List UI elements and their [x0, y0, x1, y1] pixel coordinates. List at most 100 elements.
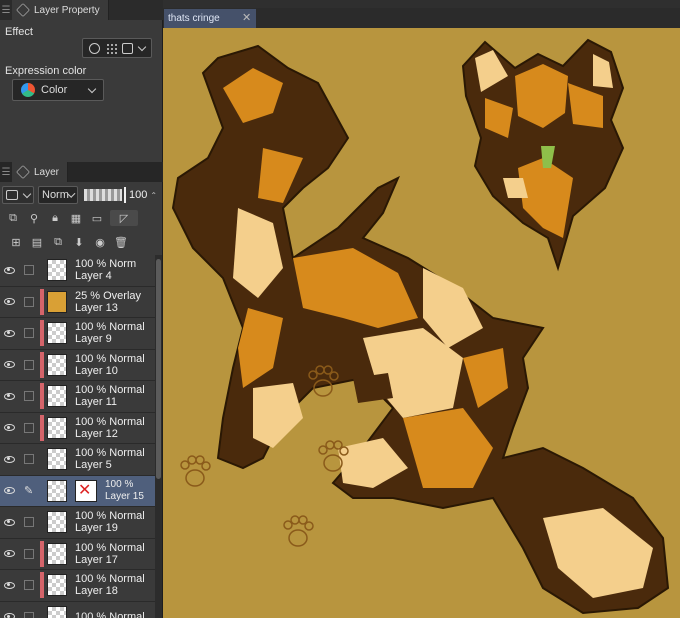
lock-checkbox[interactable] [24, 391, 34, 402]
eye-icon[interactable] [0, 550, 18, 558]
border-effect-icon[interactable] [88, 42, 100, 54]
layer-mask-thumbnail: ✕ [75, 479, 97, 502]
chevron-down-icon[interactable] [137, 42, 147, 51]
clip-indicator [40, 509, 44, 535]
panel-grip-icon[interactable]: ☰ [0, 5, 12, 16]
lock-checkbox[interactable] [24, 611, 34, 618]
opacity-slider[interactable] [84, 189, 122, 201]
delete-layer-icon[interactable]: 🗑︎ [113, 234, 129, 250]
layer-text: 100 % Normal Layer 17 [75, 542, 145, 566]
close-icon[interactable]: ✕ [242, 11, 251, 24]
eye-icon[interactable] [0, 613, 18, 618]
layer-name: Layer 5 [75, 459, 112, 472]
expression-color-select[interactable]: Color [12, 79, 104, 101]
layer-row[interactable]: 100 % Normal Layer 19 [0, 507, 155, 539]
layer-text: 100 % Norm Layer 4 [75, 258, 136, 282]
toolbar-strip [163, 0, 680, 8]
layer-blend: 25 % Overlay [75, 289, 142, 302]
layer-blend: 100 % Normal [75, 610, 145, 618]
eye-icon[interactable] [0, 392, 18, 400]
app-window: ☰ Layer Property Effect Expression color… [0, 0, 680, 618]
layer-blend: 100 % Normal [75, 321, 145, 334]
opacity-slider-handle[interactable] [124, 187, 126, 203]
lock-checkbox[interactable] [24, 422, 34, 433]
enable-mask-icon[interactable]: ▭ [89, 210, 105, 226]
lock-transparent-icon[interactable]: ▦ [68, 210, 84, 226]
blend-mode-select[interactable]: Norm [38, 186, 78, 204]
layer-text: 100 % Normal Layer 5 [75, 447, 145, 471]
layer-color-icon[interactable] [122, 42, 134, 54]
effect-buttons[interactable] [82, 38, 152, 58]
color-wheel-icon [21, 83, 35, 97]
new-folder-icon[interactable]: ▤ [29, 234, 45, 250]
eye-icon[interactable] [0, 266, 18, 274]
lock-icon[interactable]: 🔒︎ [47, 210, 63, 226]
layer-row[interactable]: 100 % Normal Layer 9 [0, 318, 155, 350]
tab-document[interactable]: thats cringe ✕ [164, 9, 256, 28]
mask-icon[interactable]: ◉ [92, 234, 108, 250]
eye-icon[interactable] [0, 361, 18, 369]
eye-icon[interactable] [0, 298, 18, 306]
layer-row[interactable]: 100 % Norm Layer 4 [0, 255, 155, 287]
blend-mode-value: Norm [42, 189, 69, 201]
layer-blend: 100 % Normal [75, 447, 145, 460]
layer-blend: 100 % Norm [75, 258, 137, 271]
layer-property-header: ☰ Layer Property [0, 0, 163, 20]
merge-layer-icon[interactable]: ⬇ [71, 234, 87, 250]
panel-grip-icon[interactable]: ☰ [0, 167, 12, 178]
layer-row[interactable]: 100 % Normal Layer 18 [0, 570, 155, 602]
layer-blend: 100 % Normal [75, 384, 145, 397]
lock-checkbox[interactable] [24, 454, 34, 465]
layer-text: 100 % Normal Layer 18 [75, 573, 145, 597]
new-raster-layer-icon[interactable]: ⊞ [8, 234, 24, 250]
lock-checkbox[interactable] [24, 265, 34, 276]
tab-layer[interactable]: Layer [12, 162, 69, 182]
layer-row[interactable]: 100 % Normal Layer 17 [0, 538, 155, 570]
layer-thumbnail [47, 511, 67, 534]
layer-row[interactable]: 100 % Normal Layer 10 [0, 349, 155, 381]
layer-row[interactable]: ✎ ✕ 100 % Layer 15 [0, 475, 155, 507]
layer-list-scrollbar[interactable] [155, 255, 162, 618]
layer-thumbnail [47, 353, 67, 376]
layer-row[interactable]: 25 % Overlay Layer 13 [0, 286, 155, 318]
layer-row[interactable]: 100 % Normal [0, 601, 155, 618]
layer-type-select[interactable] [2, 186, 34, 204]
head-sketch [461, 38, 625, 272]
reference-layer-icon[interactable]: ⚲ [26, 210, 42, 226]
lock-checkbox[interactable] [24, 328, 34, 339]
layer-row[interactable]: 100 % Normal Layer 11 [0, 381, 155, 413]
scrollbar-thumb[interactable] [156, 259, 161, 479]
eye-icon[interactable] [0, 487, 18, 495]
eye-icon[interactable] [0, 518, 18, 526]
eye-icon[interactable] [0, 329, 18, 337]
lock-checkbox[interactable] [24, 296, 34, 307]
lock-checkbox[interactable] [24, 548, 34, 559]
eye-icon[interactable] [0, 455, 18, 463]
drawing-canvas[interactable] [163, 28, 680, 618]
lock-checkbox[interactable] [24, 359, 34, 370]
lock-checkbox[interactable] [24, 517, 34, 528]
eye-icon[interactable] [0, 581, 18, 589]
clip-layer-icon[interactable]: ⧉ [5, 210, 21, 226]
ruler-icon[interactable]: ◸ [110, 210, 138, 226]
lock-checkbox[interactable] [24, 580, 34, 591]
opacity-value[interactable]: 100 [129, 189, 147, 201]
document-title: thats cringe [168, 13, 220, 24]
tone-effect-icon[interactable] [105, 42, 117, 54]
layer-row[interactable]: 100 % Normal Layer 12 [0, 412, 155, 444]
clip-indicator [40, 351, 44, 378]
layer-thumbnail [47, 385, 67, 408]
pen-icon: ✎ [24, 484, 34, 497]
expression-color-value: Color [41, 84, 68, 96]
layer-text: 25 % Overlay Layer 13 [75, 290, 141, 314]
layer-name: Layer 10 [75, 364, 118, 377]
tab-layer-property[interactable]: Layer Property [12, 0, 109, 20]
layer-blend: 100 % Normal [75, 352, 145, 365]
paw-print [283, 515, 314, 547]
eye-icon[interactable] [0, 424, 18, 432]
layer-tools-row-2: ⊞ ▤ ⧉ ⬇ ◉ 🗑︎ [0, 231, 163, 253]
layer-thumbnail [47, 479, 67, 502]
opacity-stepper-icon[interactable]: ⌃ [150, 191, 157, 200]
layer-row[interactable]: 100 % Normal Layer 5 [0, 444, 155, 476]
transfer-layer-icon[interactable]: ⧉ [50, 234, 66, 250]
